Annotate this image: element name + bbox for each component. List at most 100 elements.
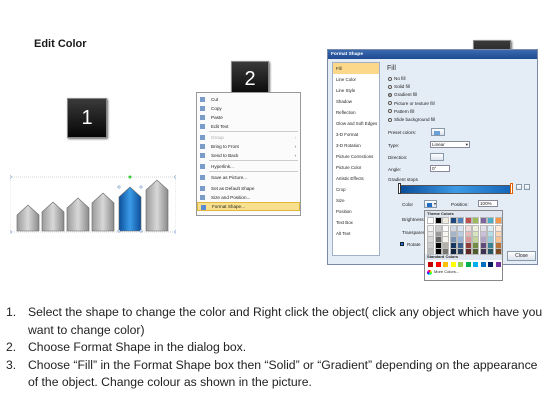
sidebar-item[interactable]: 3-D Rotation <box>333 140 379 151</box>
position-input[interactable]: 100% <box>478 200 498 207</box>
theme-color-swatch[interactable] <box>464 248 472 255</box>
theme-color-swatch[interactable] <box>442 236 449 244</box>
arrow-shape-6[interactable] <box>145 179 169 232</box>
fill-option-radio[interactable]: Slide background fill <box>388 117 435 122</box>
theme-color-swatch[interactable] <box>434 217 442 224</box>
theme-color-swatch[interactable] <box>457 248 464 255</box>
fill-option-radio[interactable]: Gradient fill <box>388 92 417 97</box>
gradient-stop-handle-left[interactable] <box>398 183 401 194</box>
theme-color-swatch[interactable] <box>464 224 472 232</box>
theme-color-swatch[interactable] <box>434 230 442 238</box>
standard-color-swatch[interactable] <box>428 261 433 267</box>
context-menu[interactable]: Cut Copy Paste Edit Text Group › Bring to Fron… <box>196 92 301 216</box>
theme-color-swatch[interactable] <box>449 224 457 232</box>
theme-color-swatch[interactable] <box>442 248 449 255</box>
theme-color-swatch[interactable] <box>457 230 464 238</box>
theme-color-swatch[interactable] <box>449 217 457 224</box>
sidebar-item[interactable]: Crop <box>333 184 379 195</box>
type-select[interactable]: Linear ▾ <box>430 141 470 148</box>
standard-color-swatch[interactable] <box>458 261 463 267</box>
theme-color-swatch[interactable] <box>434 242 442 250</box>
context-menu-item[interactable]: Save as Picture... <box>197 173 300 182</box>
theme-color-swatch[interactable] <box>494 242 502 250</box>
sidebar-item[interactable]: Line Style <box>333 85 379 96</box>
rotate-checkbox[interactable] <box>400 242 404 246</box>
sidebar-item[interactable]: Text Box <box>333 217 379 228</box>
theme-color-swatch[interactable] <box>479 217 487 224</box>
theme-color-swatch[interactable] <box>457 217 464 224</box>
theme-color-swatch[interactable] <box>434 224 442 232</box>
theme-color-swatch[interactable] <box>449 236 457 244</box>
preset-colors-button[interactable] <box>431 128 445 136</box>
arrow-shape-4[interactable] <box>91 192 115 232</box>
color-palette-dropdown[interactable]: Theme Colors Standard Colors More Colors… <box>424 210 503 281</box>
theme-color-swatch[interactable] <box>434 248 442 255</box>
theme-color-swatch[interactable] <box>427 217 434 224</box>
context-menu-item[interactable]: Send to Back › <box>197 151 300 160</box>
theme-color-swatch[interactable] <box>494 224 502 232</box>
theme-color-swatch[interactable] <box>472 230 479 238</box>
context-menu-item[interactable]: Set as Default Shape <box>197 184 300 193</box>
sidebar-item[interactable]: Position <box>333 206 379 217</box>
rotate-handle-2[interactable] <box>128 175 132 179</box>
fill-option-radio[interactable]: Pattern fill <box>388 109 414 114</box>
remove-stop-button[interactable] <box>524 184 530 190</box>
standard-color-swatch[interactable] <box>495 261 501 267</box>
theme-color-swatch[interactable] <box>427 224 434 232</box>
gradient-stops-bar[interactable] <box>400 185 512 194</box>
theme-color-swatch[interactable] <box>449 242 457 250</box>
theme-color-swatch[interactable] <box>479 224 487 232</box>
sidebar-item[interactable]: Line Color <box>333 74 379 85</box>
theme-color-swatch[interactable] <box>457 224 464 232</box>
theme-color-swatch[interactable] <box>464 217 472 224</box>
theme-color-swatch[interactable] <box>457 242 464 250</box>
theme-color-swatch[interactable] <box>449 248 457 255</box>
color-picker-button[interactable]: ▾ <box>424 200 437 208</box>
sidebar-item[interactable]: Alt Text <box>333 228 379 239</box>
theme-color-swatch[interactable] <box>457 236 464 244</box>
theme-color-swatch[interactable] <box>442 242 449 250</box>
fill-option-radio[interactable]: No fill <box>388 76 406 81</box>
theme-color-swatch[interactable] <box>434 236 442 244</box>
theme-color-swatch[interactable] <box>427 236 434 244</box>
standard-color-swatch[interactable] <box>473 261 478 267</box>
theme-color-swatch[interactable] <box>442 224 449 232</box>
theme-color-swatch[interactable] <box>479 230 487 238</box>
arrow-shape-selected[interactable] <box>118 186 142 232</box>
standard-color-swatch[interactable] <box>480 261 486 267</box>
arrow-shapes-graphic[interactable] <box>10 168 176 236</box>
theme-color-swatch[interactable] <box>494 217 502 224</box>
arrow-shape-2[interactable] <box>41 201 65 232</box>
context-menu-item[interactable]: Hyperlink... <box>197 162 300 171</box>
context-menu-item[interactable]: Size and Position... <box>197 193 300 202</box>
sidebar-item[interactable]: Reflection <box>333 107 379 118</box>
theme-color-swatch[interactable] <box>494 230 502 238</box>
theme-color-swatch[interactable] <box>427 242 434 250</box>
theme-color-swatch[interactable] <box>464 230 472 238</box>
more-colors-item[interactable]: More Colors... <box>425 268 502 276</box>
fill-option-radio[interactable]: Solid fill <box>388 84 410 89</box>
context-menu-item[interactable]: Paste <box>197 113 300 122</box>
theme-color-swatch[interactable] <box>479 248 487 255</box>
standard-color-swatch[interactable] <box>488 261 493 267</box>
theme-color-swatch[interactable] <box>427 230 434 238</box>
arrow-shape-3[interactable] <box>66 197 90 232</box>
context-menu-item[interactable]: Edit Text <box>197 122 300 131</box>
dialog-sidebar[interactable]: Fill Line Color Line Style Shadow Reflection… <box>332 62 380 256</box>
context-menu-item[interactable]: Group › <box>197 133 300 142</box>
sidebar-item[interactable]: Picture Corrections <box>333 151 379 162</box>
sidebar-item[interactable]: Shadow <box>333 96 379 107</box>
context-menu-item[interactable]: Format Shape... <box>197 202 300 211</box>
theme-color-swatch[interactable] <box>494 248 502 255</box>
theme-color-swatch[interactable] <box>449 230 457 238</box>
theme-color-swatch[interactable] <box>487 230 494 238</box>
theme-color-swatch[interactable] <box>472 236 479 244</box>
theme-color-swatch[interactable] <box>472 217 479 224</box>
theme-color-swatch[interactable] <box>487 236 494 244</box>
theme-color-swatch[interactable] <box>472 248 479 255</box>
direction-button[interactable] <box>430 153 444 161</box>
context-menu-item[interactable]: Cut <box>197 95 300 104</box>
sidebar-item[interactable]: Fill <box>333 63 379 74</box>
arrow-shape-1[interactable] <box>16 204 40 232</box>
sidebar-item[interactable]: Artistic Effects <box>333 173 379 184</box>
